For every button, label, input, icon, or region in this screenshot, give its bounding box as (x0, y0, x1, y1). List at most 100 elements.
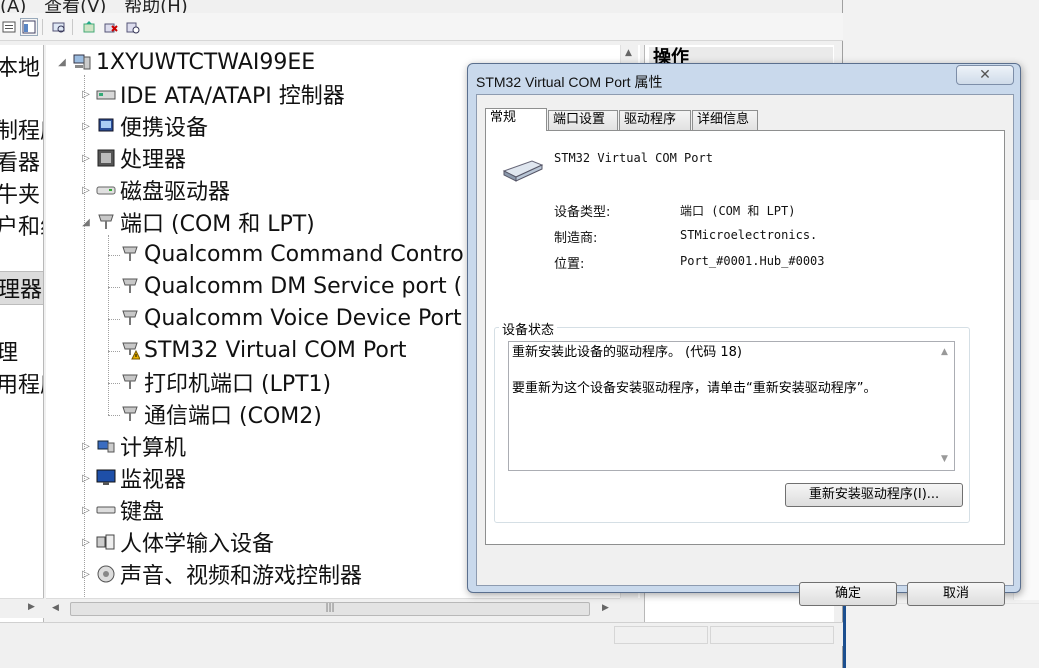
tree-category[interactable]: ▷ 监视器 (80, 463, 186, 493)
tree-category[interactable]: ▷ 处理器 (80, 143, 186, 173)
computer-icon (96, 436, 116, 456)
expand-arrow-icon[interactable]: ▷ (80, 569, 92, 580)
scroll-down-icon[interactable]: ▼ (941, 454, 948, 464)
console-tree-item-selected[interactable]: 理器 (0, 271, 43, 305)
tree-category[interactable]: ▷ 磁盘驱动器 (80, 175, 230, 205)
tree-category[interactable]: ▷ IDE ATA/ATAPI 控制器 (80, 79, 345, 109)
tab-port-settings[interactable]: 端口设置 (548, 110, 618, 130)
tree-device[interactable]: 打印机端口 (LPT1) (120, 367, 331, 397)
tab-details[interactable]: 详细信息 (692, 110, 758, 130)
reinstall-driver-button[interactable]: 重新安装驱动程序(I)... (785, 483, 963, 507)
tree-device-label: Qualcomm DM Service port ( (144, 273, 463, 299)
manufacturer-value: STMicroelectronics. (680, 228, 818, 242)
tab-general[interactable]: 常规 (485, 108, 547, 131)
cancel-button[interactable]: 取消 (907, 582, 1005, 606)
expand-arrow-icon[interactable]: ▷ (80, 121, 92, 132)
port-icon (120, 372, 140, 392)
scroll-right-icon[interactable]: ▶ (602, 603, 609, 613)
console-tree-item[interactable]: 用程序 (0, 367, 43, 399)
hscroll-thumb[interactable]: ||| (70, 602, 590, 616)
tree-device[interactable]: Qualcomm Voice Device Port (120, 303, 462, 333)
processor-icon (96, 148, 116, 168)
location-value: Port_#0001.Hub_#0003 (680, 254, 825, 268)
tree-category-label: 键盘 (120, 500, 165, 525)
tab-driver[interactable]: 驱动程序 (619, 110, 691, 130)
port-icon (96, 212, 116, 232)
tree-category-label: 处理器 (120, 148, 187, 173)
tree-device-label: 通信端口 (COM2) (144, 404, 322, 429)
tree-category-label: 便携设备 (120, 116, 209, 141)
tree-category[interactable]: ▷ 人体学输入设备 (80, 527, 274, 557)
collapse-arrow-icon[interactable]: ◢ (80, 217, 92, 228)
menu-bar: (A) 查看(V) 帮助(H) (0, 0, 843, 17)
sound-icon (96, 564, 116, 584)
tree-category-label: 磁盘驱动器 (120, 180, 231, 205)
tree-category-expanded[interactable]: ◢ 端口 (COM 和 LPT) (80, 207, 315, 237)
tree-category[interactable]: ▷ 计算机 (80, 431, 186, 461)
expand-arrow-icon[interactable]: ▷ (80, 89, 92, 100)
expand-arrow-icon[interactable]: ▷ (80, 153, 92, 164)
tree-category-label: 声音、视频和游戏控制器 (120, 564, 363, 589)
scroll-up-icon[interactable]: ▲ (625, 48, 632, 58)
manufacturer-label: 制造商: (554, 231, 598, 246)
expand-arrow-icon[interactable]: ▷ (80, 473, 92, 484)
tree-category[interactable]: ▷ 便携设备 (80, 111, 208, 141)
scroll-up-icon[interactable]: ▲ (941, 347, 948, 357)
device-name: STM32 Virtual COM Port (554, 151, 713, 165)
computer-icon (72, 52, 92, 72)
console-tree-item[interactable]: 制程序 (0, 113, 43, 145)
collapse-arrow-icon[interactable]: ◢ (56, 57, 68, 68)
ok-button[interactable]: 确定 (799, 582, 897, 606)
expand-arrow-icon[interactable]: ▷ (80, 441, 92, 452)
dialog-title: STM32 Virtual COM Port 属性 (476, 74, 663, 90)
console-tree-item[interactable]: 理 (0, 335, 18, 367)
update-driver-icon[interactable] (80, 18, 98, 36)
expand-arrow-icon[interactable]: ▷ (80, 537, 92, 548)
tree-device-warning[interactable]: STM32 Virtual COM Port (120, 335, 407, 365)
tree-device-label: Qualcomm Command Contro (144, 241, 464, 267)
scan-hardware-icon[interactable] (50, 18, 68, 36)
device-type-value: 端口 (COM 和 LPT) (680, 204, 796, 218)
port-icon (120, 244, 140, 264)
tree-root[interactable]: ◢ 1XYUWTCTWAI99EE (56, 47, 315, 77)
device-status-text: 重新安装此设备的驱动程序。 (代码 18) 要重新为这个设备安装驱动程序，请单击… (512, 345, 877, 396)
expand-arrow-icon[interactable]: ▷ (80, 505, 92, 516)
properties-dialog: STM32 Virtual COM Port 属性 ✕ 常规 端口设置 驱动程序… (467, 63, 1021, 606)
console-tree-item[interactable]: 牛夹 (0, 177, 40, 209)
close-icon[interactable]: ✕ (956, 65, 1014, 85)
tree-category-label: 人体学输入设备 (120, 532, 275, 557)
port-icon (120, 404, 140, 424)
tree-category-label: 监视器 (120, 468, 187, 493)
console-tree: 本地 制程序 看器 牛夹 户和组 理器 理 用程序 (0, 45, 44, 623)
tree-category[interactable]: ▷ 键盘 (80, 495, 164, 525)
device-status-box[interactable]: 重新安装此设备的驱动程序。 (代码 18) 要重新为这个设备安装驱动程序，请单击… (508, 341, 955, 471)
console-tree-item[interactable]: 户和组 (0, 209, 43, 241)
scroll-left-icon[interactable]: ◀ (52, 603, 59, 613)
tree-device-label: Qualcomm Voice Device Port (144, 305, 462, 331)
device-tree-hscroll[interactable]: ◀ ||| ▶ (46, 598, 620, 618)
uninstall-icon[interactable] (102, 18, 120, 36)
disk-drive-icon (96, 180, 116, 200)
status-vscroll[interactable]: ▲ ▼ (937, 342, 954, 470)
port-icon (120, 276, 140, 296)
show-hide-pane-icon[interactable] (20, 18, 38, 36)
serial-port-icon (502, 157, 546, 185)
tree-category[interactable]: ▷ 声音、视频和游戏控制器 (80, 559, 362, 589)
console-tree-item[interactable]: 看器 (0, 145, 40, 177)
expand-arrow-icon[interactable]: ▷ (80, 185, 92, 196)
console-tree-item[interactable]: 本地 (0, 50, 40, 82)
tree-device[interactable]: Qualcomm Command Contro (120, 239, 464, 269)
tree-device-label: STM32 Virtual COM Port (144, 337, 407, 363)
ide-controller-icon (96, 84, 116, 104)
console-tree-hscroll[interactable]: ▶ (0, 598, 44, 618)
properties-icon[interactable] (0, 18, 18, 36)
tree-root-label: 1XYUWTCTWAI99EE (96, 49, 316, 75)
hid-icon (96, 532, 116, 552)
portable-device-icon (96, 116, 116, 136)
keyboard-icon (96, 500, 116, 520)
disable-device-icon[interactable] (124, 18, 142, 36)
monitor-icon (96, 468, 116, 488)
tree-device[interactable]: 通信端口 (COM2) (120, 399, 322, 429)
tree-device[interactable]: Qualcomm DM Service port ( (120, 271, 462, 301)
device-type-label: 设备类型: (554, 205, 611, 220)
